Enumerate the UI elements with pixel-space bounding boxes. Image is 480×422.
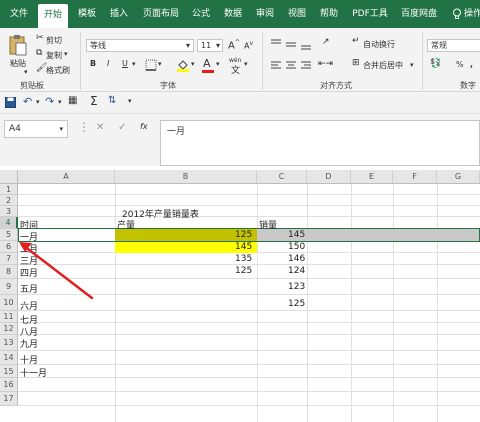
tab-template[interactable]: 模板 xyxy=(72,0,102,28)
indent-icons[interactable]: ⇤⇥ xyxy=(318,59,333,69)
fill-color-icon[interactable] xyxy=(176,58,190,72)
tab-formulas[interactable]: 公式 xyxy=(186,0,216,28)
formula-bar: A4 ▾ ⋮ ✕ ✓ fx 一月 xyxy=(0,114,480,166)
top-align-icons[interactable] xyxy=(270,38,314,50)
clipboard-group-label: 剪贴板 xyxy=(20,81,44,90)
format-painter-button[interactable]: 格式刷 xyxy=(46,65,70,76)
font-name-select[interactable]: 等线 ▾ xyxy=(86,39,194,52)
copy-button[interactable]: 复制 xyxy=(46,50,62,61)
borders-dropdown-icon[interactable]: ▾ xyxy=(158,60,162,68)
worksheet-grid[interactable]: A B C D E F G 1 2 3 4 5 6 7 8 9 10 11 12 13 14 15 16 17 … xyxy=(0,170,480,422)
tab-review[interactable]: 审阅 xyxy=(250,0,280,28)
ribbon-divider xyxy=(80,32,81,90)
italic-button[interactable]: I xyxy=(107,59,109,68)
red-arrow-annotation xyxy=(19,242,94,300)
formula-bar-resize-handle[interactable]: ⋮ xyxy=(78,120,90,134)
shrink-font-button[interactable]: Av xyxy=(244,40,253,51)
save-icon[interactable] xyxy=(5,97,16,108)
bold-button[interactable]: B xyxy=(90,59,96,68)
ribbon-divider xyxy=(422,32,423,90)
tab-view[interactable]: 视图 xyxy=(282,0,312,28)
cancel-icon[interactable]: ✕ xyxy=(96,122,104,133)
tab-insert[interactable]: 插入 xyxy=(104,0,134,28)
tab-tell-me[interactable]: 操作 xyxy=(464,0,480,28)
wrap-text-button[interactable]: 自动换行 xyxy=(363,39,395,50)
quick-access-toolbar: ↶ ▾ ↷ ▾ ▦ Σ ⇅ ▾ xyxy=(0,92,480,114)
underline-button[interactable]: U xyxy=(122,59,128,68)
cut-icon[interactable]: ✂ xyxy=(36,33,44,43)
fill-color-dropdown-icon[interactable]: ▾ xyxy=(191,60,195,68)
phonetic-guide-button[interactable]: 文 xyxy=(231,63,240,76)
cut-button[interactable]: 剪切 xyxy=(46,35,62,46)
font-size-select[interactable]: 11 ▾ xyxy=(197,39,223,52)
tab-file[interactable]: 文件 xyxy=(4,0,34,28)
paste-dropdown-icon[interactable]: ▾ xyxy=(24,68,28,76)
excel-window: 文件 开始 模板 插入 页面布局 公式 数据 审阅 视图 帮助 PDF工具 百度… xyxy=(0,0,480,422)
percent-style-button[interactable]: % xyxy=(456,60,464,69)
horizontal-align-icons[interactable] xyxy=(270,60,314,72)
merge-center-button[interactable]: 合并后居中 xyxy=(363,60,403,71)
sort-filter-icon[interactable]: ⇅ xyxy=(108,95,116,106)
grow-font-button[interactable]: A^ xyxy=(228,39,240,51)
copy-icon[interactable]: ⧉ xyxy=(36,48,42,58)
tab-baidu-netdisk[interactable]: 百度网盘 xyxy=(396,0,442,28)
tab-page-layout[interactable]: 页面布局 xyxy=(136,0,186,28)
tab-pdf-tools[interactable]: PDF工具 xyxy=(348,0,392,28)
redo-icon[interactable]: ↷ xyxy=(45,95,54,108)
font-color-dropdown-icon[interactable]: ▾ xyxy=(216,60,220,68)
number-format-select[interactable]: 常规 xyxy=(427,39,480,52)
lightbulb-icon[interactable] xyxy=(452,8,462,20)
font-group-label: 字体 xyxy=(160,81,176,90)
paste-icon[interactable] xyxy=(8,34,28,56)
phonetic-guide-dropdown-icon[interactable]: ▾ xyxy=(244,60,248,68)
accounting-format-icon[interactable]: 💱 xyxy=(430,59,441,69)
orientation-icon[interactable]: ↗ xyxy=(322,37,330,47)
name-box[interactable]: A4 ▾ xyxy=(4,120,68,138)
undo-dropdown-icon[interactable]: ▾ xyxy=(36,98,40,106)
comma-style-button[interactable]: , xyxy=(470,60,473,69)
undo-icon[interactable]: ↶ xyxy=(23,95,32,108)
cell-styles-icon[interactable]: ▦ xyxy=(68,95,77,106)
customize-qat-icon[interactable]: ▾ xyxy=(128,97,132,105)
font-color-swatch xyxy=(202,70,214,73)
autosum-icon[interactable]: Σ xyxy=(90,94,98,108)
wrap-text-icon[interactable]: ↵ xyxy=(352,36,360,46)
borders-icon[interactable] xyxy=(145,59,157,71)
ribbon-divider xyxy=(262,32,263,90)
ribbon-tab-bar: 文件 开始 模板 插入 页面布局 公式 数据 审阅 视图 帮助 PDF工具 百度… xyxy=(0,0,480,28)
merge-center-icon[interactable]: ⊞ xyxy=(352,58,360,68)
tab-data[interactable]: 数据 xyxy=(218,0,248,28)
ribbon-home: 粘贴 ▾ ✂ 剪切 ⧉ 复制 ▾ 🖌 格式刷 剪贴板 等线 ▾ 11 ▾ A^ Av… xyxy=(0,28,480,92)
merge-dropdown-icon[interactable]: ▾ xyxy=(410,61,414,69)
underline-dropdown-icon[interactable]: ▾ xyxy=(132,60,136,68)
redo-dropdown-icon[interactable]: ▾ xyxy=(58,98,62,106)
insert-function-button[interactable]: fx xyxy=(140,122,148,131)
font-color-button[interactable]: A xyxy=(203,57,211,70)
copy-dropdown-icon[interactable]: ▾ xyxy=(64,50,68,58)
enter-icon[interactable]: ✓ xyxy=(118,122,126,133)
tab-help[interactable]: 帮助 xyxy=(314,0,344,28)
number-group-label: 数字 xyxy=(460,81,476,90)
formula-input[interactable]: 一月 xyxy=(160,120,480,166)
alignment-group-label: 对齐方式 xyxy=(320,81,352,90)
tab-home[interactable]: 开始 xyxy=(38,4,68,28)
